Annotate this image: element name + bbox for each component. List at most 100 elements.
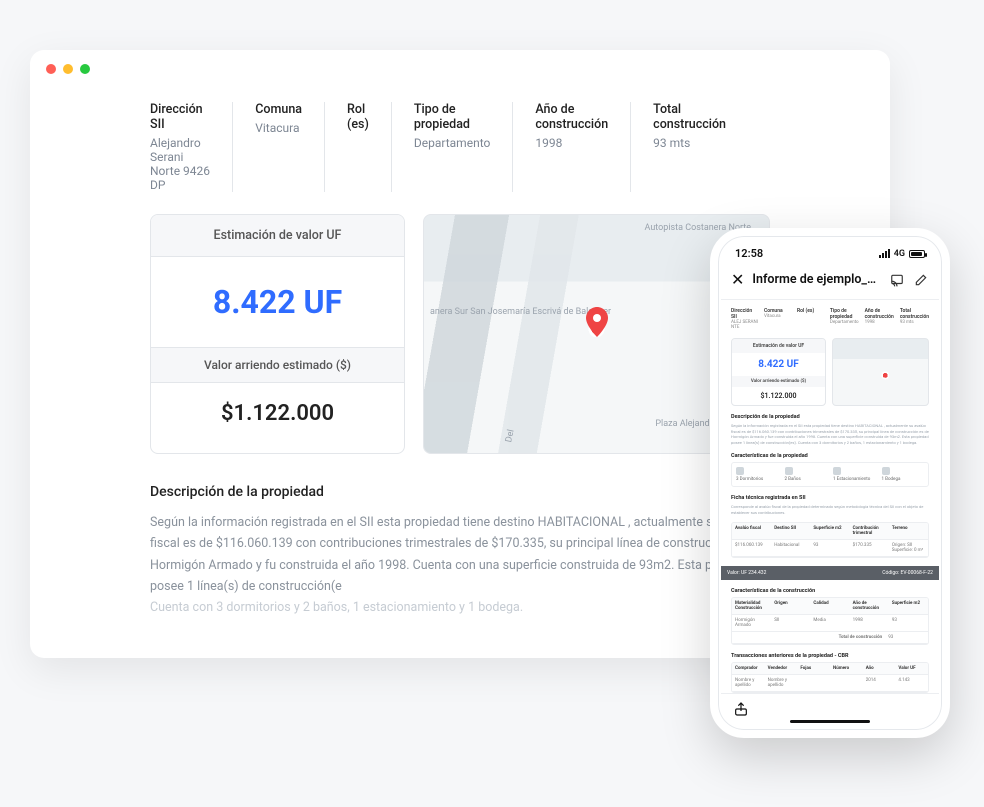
map-pin-icon <box>585 307 609 341</box>
const-title: Características de la construcción <box>731 588 929 594</box>
td: 1998 <box>850 615 889 632</box>
meta-value: 1998 <box>535 136 608 150</box>
mini-meta-label: Año de construcción <box>865 308 894 320</box>
close-dot[interactable] <box>46 64 56 74</box>
th: Contribución trimestral <box>850 523 889 540</box>
td: $170.335 <box>850 540 889 557</box>
const-table: Materialidad Construcción Origen Calidad… <box>731 597 929 645</box>
char-item: 2 Baños <box>785 467 828 482</box>
description-section: Descripción de la propiedad Según la inf… <box>150 484 770 618</box>
meta-tipo: Tipo de propiedad Departamento <box>414 102 513 192</box>
doc-body[interactable]: Dirección SIIALEJ SERANI NTE ComunaVitac… <box>721 300 939 701</box>
meta-value: Alejandro Serani Norte 9426 DP <box>150 136 210 192</box>
td: Nombre y apellido <box>765 675 798 692</box>
uf-value: 8.422 UF <box>151 257 404 347</box>
summary-bar: Valor: UF 234.432 Código: EV-00068-F-22 <box>721 566 939 580</box>
fichas-title: Ficha técnica registrada en SII <box>731 495 929 501</box>
td: SII <box>771 615 810 632</box>
td: Media <box>810 615 849 632</box>
char-title: Características de la propiedad <box>731 453 929 459</box>
meta-rol: Rol (es) <box>347 102 392 192</box>
mini-meta-row: Dirección SIIALEJ SERANI NTE ComunaVitac… <box>731 308 929 330</box>
th: Materialidad Construcción <box>732 598 771 615</box>
home-indicator[interactable] <box>790 720 870 723</box>
th: Fojas <box>797 663 830 675</box>
bath-icon <box>785 467 793 475</box>
phone-time: 12:58 <box>735 247 763 260</box>
mini-uf-value: 8.422 UF <box>732 353 825 376</box>
th: Calidad <box>810 598 849 615</box>
meta-comuna: Comuna Vitacura <box>255 102 325 192</box>
description-body-fade: Cuenta con 3 dormitorios y 2 baños, 1 es… <box>150 600 523 615</box>
total-value: 93 <box>885 632 928 644</box>
td: 2014 <box>863 675 896 692</box>
signal-text: 4G <box>894 249 905 259</box>
td: 93 <box>889 615 928 632</box>
total-label: Total de construcción <box>732 632 885 644</box>
th: Vendedor <box>765 663 798 675</box>
meta-label: Año de construcción <box>535 102 608 132</box>
panel-row: Estimación de valor UF 8.422 UF Valor ar… <box>150 214 770 454</box>
mini-rent-value: $1.122.000 <box>732 387 825 405</box>
valuation-card: Estimación de valor UF 8.422 UF Valor ar… <box>150 214 405 454</box>
td: $116.060.139 <box>732 540 771 557</box>
meta-total: Total construcción 93 mts <box>653 102 748 192</box>
td <box>797 675 830 692</box>
cast-icon[interactable] <box>889 272 905 288</box>
description-text: Según la información registrada en el SI… <box>150 512 770 618</box>
phone-frame: 12:58 4G ✕ Informe de ejemplo_Estimac...… <box>710 228 950 738</box>
trans-title: Transacciones anteriores de la propiedad… <box>731 653 929 659</box>
th: Número <box>830 663 863 675</box>
phone-status-bar: 12:58 4G <box>721 239 939 264</box>
car-icon <box>833 467 841 475</box>
status-right: 4G <box>879 249 925 259</box>
td: 4.143 <box>895 675 928 692</box>
th: Superficie m2 <box>810 523 849 540</box>
summary-value: Valor: UF 234.432 <box>727 570 766 576</box>
fichas-table: Avalúo fiscal Destino SII Superficie m2 … <box>731 522 929 558</box>
meta-value: Vitacura <box>255 121 302 135</box>
phone-screen: 12:58 4G ✕ Informe de ejemplo_Estimac...… <box>721 239 939 727</box>
edit-icon[interactable] <box>913 272 929 288</box>
th: Avalúo fiscal <box>732 523 771 540</box>
mini-meta-val: ALEJ SERANI NTE <box>731 320 758 330</box>
th: Año de construcción <box>850 598 889 615</box>
rent-value: $1.122.000 <box>151 383 404 448</box>
mini-meta-label: Tipo de propiedad <box>830 308 859 320</box>
char-item: 3 Dormitorios <box>736 467 779 482</box>
doc-header: ✕ Informe de ejemplo_Estimac... <box>721 264 939 300</box>
trans-table: Comprador Vendedor Fojas Número Año Valo… <box>731 662 929 693</box>
td: Origen: SII Superficie: 0 m² <box>889 540 928 557</box>
description-body: Según la información registrada en el SI… <box>150 515 768 594</box>
th: Superficie m2 <box>889 598 928 615</box>
mini-meta-val: 93 mts <box>900 320 929 325</box>
signal-bars-icon <box>879 249 890 258</box>
th: Origen <box>771 598 810 615</box>
fichas-sub: Corresponde al avalúo fiscal de la propi… <box>731 504 929 515</box>
share-icon[interactable] <box>733 701 749 721</box>
mini-panel-row: Estimación de valor UF 8.422 UF Valor ar… <box>731 338 929 406</box>
mini-desc-text: Según la información registrada en el SI… <box>731 423 929 445</box>
td: Nombre y apellido <box>732 675 765 692</box>
maximize-dot[interactable] <box>80 64 90 74</box>
storage-icon <box>882 467 890 475</box>
char-item: 1 Bodega <box>882 467 925 482</box>
description-title: Descripción de la propiedad <box>150 484 770 500</box>
th: Comprador <box>732 663 765 675</box>
close-icon[interactable]: ✕ <box>731 270 744 289</box>
th: Valor UF <box>895 663 928 675</box>
mini-map[interactable] <box>832 338 929 406</box>
mini-desc-title: Descripción de la propiedad <box>731 414 929 420</box>
meta-label: Dirección SII <box>150 102 210 132</box>
mini-uf-label: Estimación de valor UF <box>732 339 825 353</box>
char-row: 3 Dormitorios 2 Baños 1 Estacionamiento … <box>731 462 929 487</box>
meta-anio: Año de construcción 1998 <box>535 102 631 192</box>
minimize-dot[interactable] <box>63 64 73 74</box>
map-label: Del <box>504 429 516 444</box>
battery-icon <box>909 250 925 258</box>
mini-meta-val: 1998 <box>865 320 894 325</box>
mini-meta-label: Rol (es) <box>797 308 824 314</box>
mini-meta-val: Departamento <box>830 320 859 325</box>
mini-meta-label: Total construcción <box>900 308 929 320</box>
meta-label: Tipo de propiedad <box>414 102 490 132</box>
